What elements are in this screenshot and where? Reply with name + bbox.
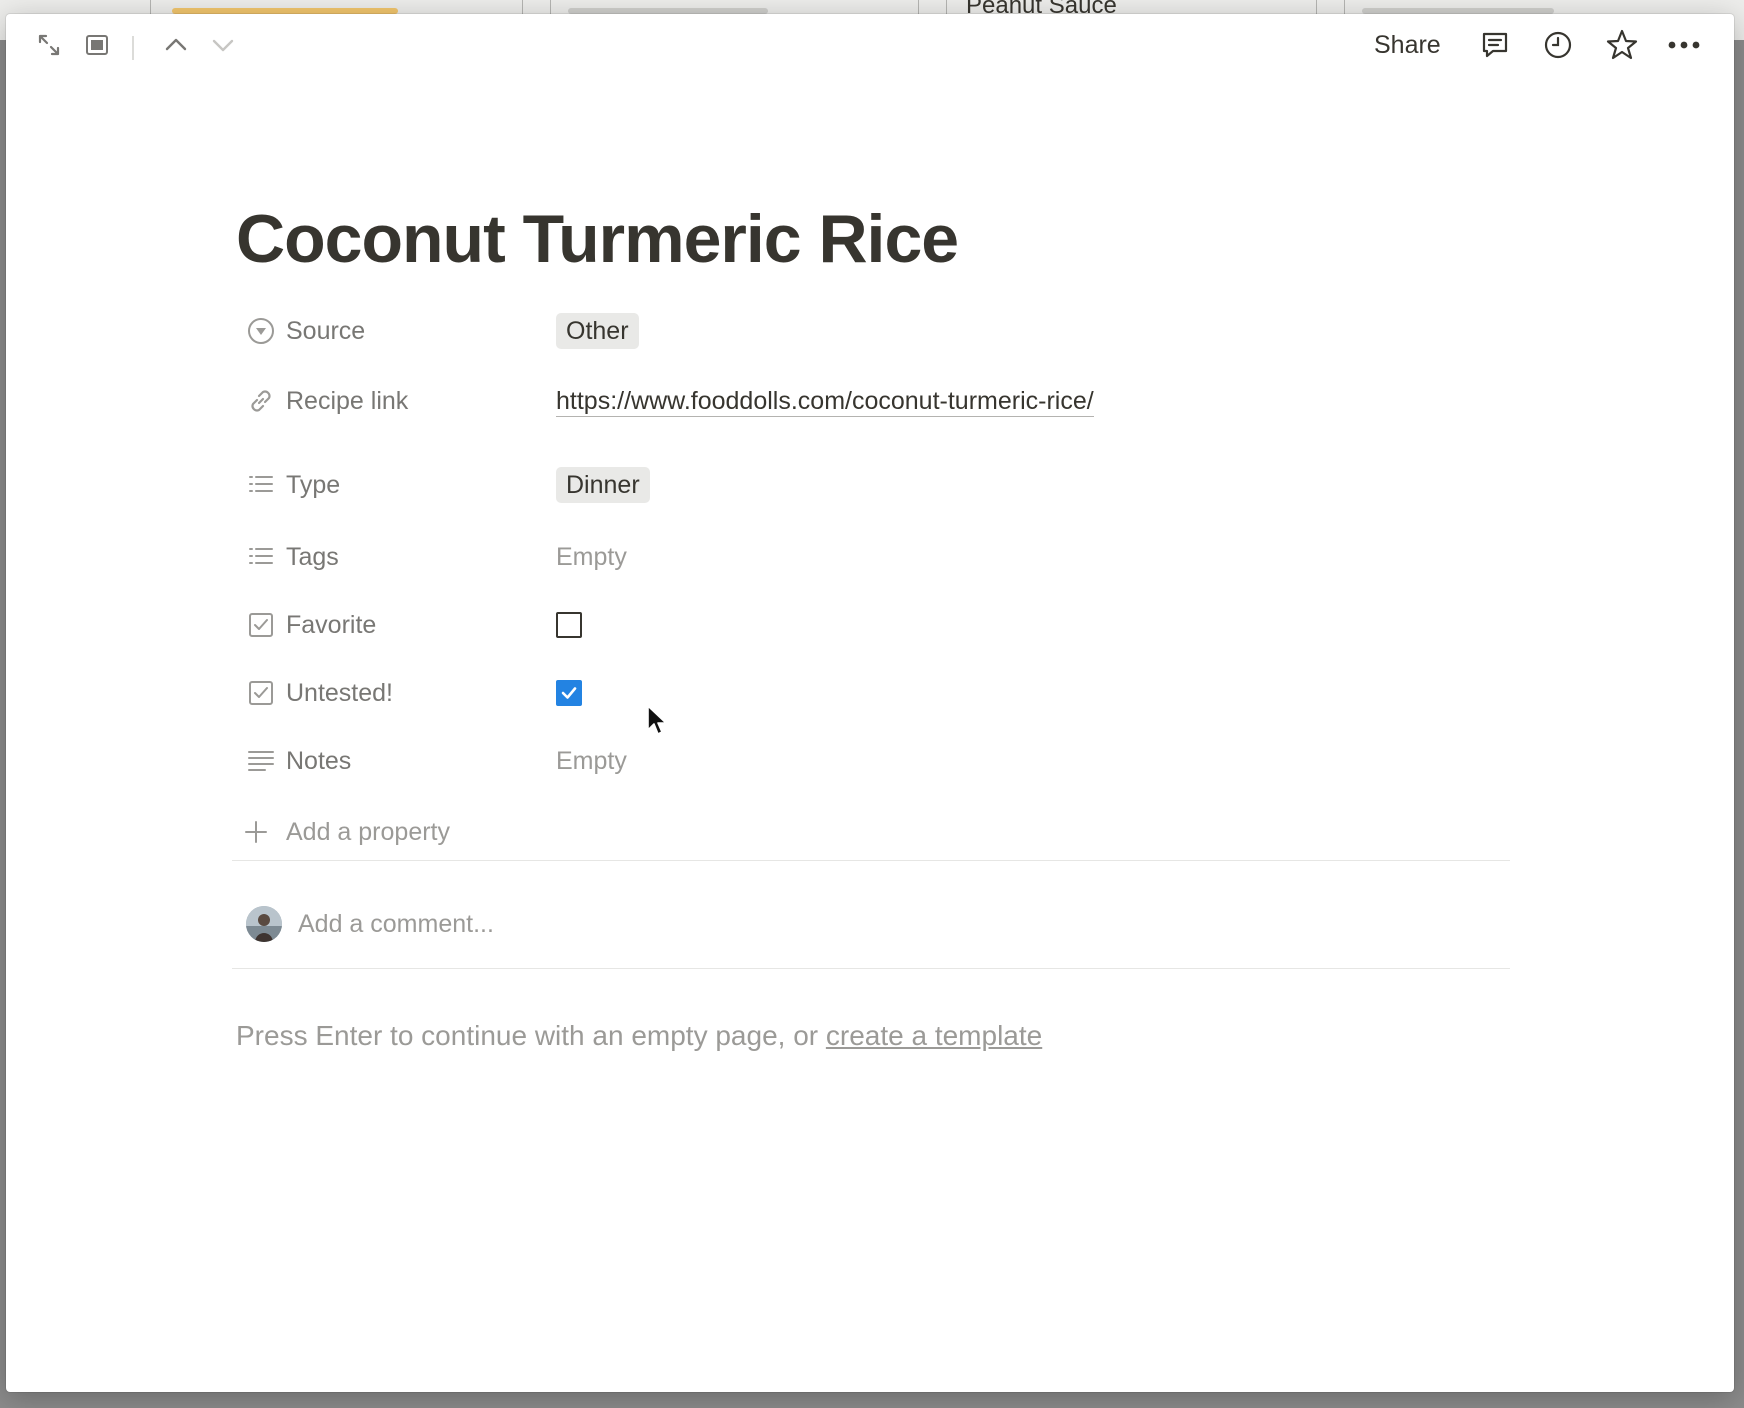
expand-icon[interactable] bbox=[32, 28, 66, 62]
modal-toolbar: Share bbox=[6, 14, 1734, 76]
comment-icon[interactable] bbox=[1478, 28, 1512, 62]
board-column-divider bbox=[1344, 0, 1345, 14]
source-tag[interactable]: Other bbox=[556, 313, 639, 349]
property-value[interactable]: Dinner bbox=[556, 460, 650, 510]
star-icon[interactable] bbox=[1605, 28, 1639, 62]
add-property-label: Add a property bbox=[286, 817, 450, 846]
add-property-button[interactable]: Add a property bbox=[242, 812, 450, 852]
property-name[interactable]: Untested! bbox=[286, 668, 393, 718]
avatar bbox=[246, 906, 282, 942]
property-row-recipe-link: Recipe link https://www.fooddolls.com/co… bbox=[236, 376, 1536, 426]
property-row-tags: Tags Empty bbox=[236, 532, 1536, 582]
multi-select-icon bbox=[246, 542, 276, 572]
property-name[interactable]: Recipe link bbox=[286, 376, 408, 426]
property-value bbox=[556, 668, 582, 718]
toolbar-divider bbox=[132, 36, 134, 60]
checkmark-icon bbox=[561, 687, 577, 699]
divider bbox=[232, 860, 1510, 861]
text-icon bbox=[246, 746, 276, 776]
property-row-notes: Notes Empty bbox=[236, 736, 1536, 786]
comment-row bbox=[240, 898, 1510, 948]
mouse-cursor-icon bbox=[646, 704, 670, 743]
property-value[interactable]: Other bbox=[556, 306, 639, 356]
multi-select-icon bbox=[246, 470, 276, 500]
property-value[interactable]: Empty bbox=[556, 736, 627, 786]
board-column-divider bbox=[522, 0, 523, 14]
favorite-checkbox[interactable] bbox=[556, 612, 582, 638]
history-icon[interactable] bbox=[1541, 28, 1575, 62]
board-column-divider bbox=[150, 0, 151, 14]
tags-empty-value[interactable]: Empty bbox=[556, 543, 627, 572]
property-name[interactable]: Notes bbox=[286, 736, 351, 786]
untested-checkbox[interactable] bbox=[556, 680, 582, 706]
checkbox-icon bbox=[246, 678, 276, 708]
property-row-untested: Untested! bbox=[236, 668, 1536, 718]
comment-input[interactable] bbox=[298, 904, 1198, 944]
chevron-down-icon[interactable] bbox=[206, 28, 240, 62]
recipe-link-url[interactable]: https://www.fooddolls.com/coconut-turmer… bbox=[556, 386, 1094, 417]
empty-page-hint: Press Enter to continue with an empty pa… bbox=[236, 1020, 1042, 1052]
property-value[interactable]: https://www.fooddolls.com/coconut-turmer… bbox=[556, 376, 1094, 426]
property-row-source: Source Other bbox=[236, 306, 1536, 356]
create-template-link[interactable]: create a template bbox=[826, 1020, 1042, 1051]
share-button[interactable]: Share bbox=[1374, 28, 1441, 62]
chevron-up-icon[interactable] bbox=[159, 28, 193, 62]
plus-icon bbox=[242, 818, 270, 846]
board-column-divider bbox=[918, 0, 919, 14]
divider bbox=[232, 968, 1510, 969]
page-title[interactable]: Coconut Turmeric Rice bbox=[236, 200, 959, 278]
property-row-type: Type Dinner bbox=[236, 460, 1536, 510]
more-icon[interactable] bbox=[1667, 28, 1701, 62]
board-column-divider bbox=[550, 0, 551, 14]
board-column-divider bbox=[1316, 0, 1317, 14]
board-column-divider bbox=[946, 0, 947, 14]
property-name[interactable]: Favorite bbox=[286, 600, 376, 650]
type-tag[interactable]: Dinner bbox=[556, 467, 650, 503]
property-row-favorite: Favorite bbox=[236, 600, 1536, 650]
property-name[interactable]: Tags bbox=[286, 532, 339, 582]
property-name[interactable]: Type bbox=[286, 460, 340, 510]
page-peek-modal: Share Coconut Turmeric Rice Source Other… bbox=[6, 14, 1734, 1392]
hint-text: Press Enter to continue with an empty pa… bbox=[236, 1020, 826, 1051]
select-icon bbox=[246, 316, 276, 346]
notes-empty-value[interactable]: Empty bbox=[556, 747, 627, 776]
side-peek-icon[interactable] bbox=[80, 28, 114, 62]
property-value[interactable]: Empty bbox=[556, 532, 627, 582]
property-name[interactable]: Source bbox=[286, 306, 365, 356]
link-icon bbox=[246, 386, 276, 416]
property-value bbox=[556, 600, 582, 650]
checkbox-icon bbox=[246, 610, 276, 640]
